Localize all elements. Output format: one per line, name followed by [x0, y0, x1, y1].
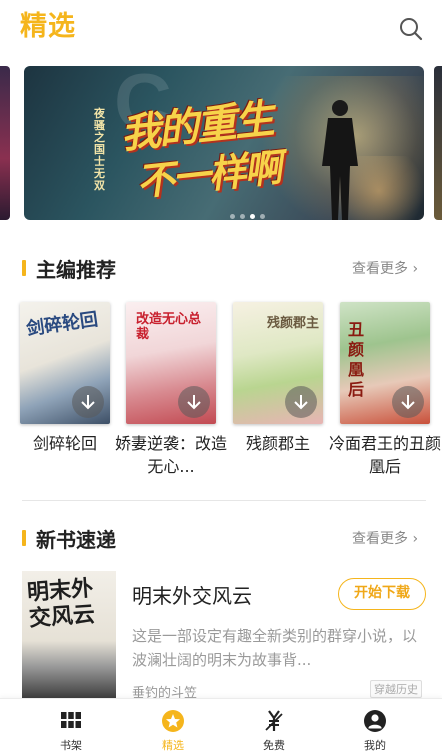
section-accent-bar	[22, 530, 26, 546]
book-cover[interactable]: 残颜郡主	[233, 302, 323, 424]
banner-carousel[interactable]: C 夜骚之国士无双 我的重生 不一样啊	[0, 62, 442, 224]
start-download-button[interactable]: 开始下载	[338, 578, 426, 610]
section-title: 新书速递	[36, 528, 116, 552]
cover-title-art: 剑碎轮回	[25, 309, 100, 340]
book-cover[interactable]: 明末外交风云	[22, 571, 116, 698]
banner-figure-image	[322, 100, 358, 220]
carousel-dot[interactable]	[260, 214, 265, 219]
banner-author: 夜骚之国士无双	[94, 107, 105, 192]
book-title: 娇妻逆袭：改造无心...	[114, 434, 227, 476]
cover-title-art: 残颜郡主	[267, 316, 320, 331]
download-arrow-icon[interactable]	[392, 386, 424, 418]
nav-item-bookshelf[interactable]: 书架	[31, 699, 111, 756]
section-divider	[22, 500, 426, 501]
book-cover[interactable]: 改造无心总裁	[126, 302, 216, 424]
download-arrow-icon[interactable]	[285, 386, 317, 418]
cover-title-art: 改造无心总裁	[136, 312, 202, 342]
free-ticket-icon[interactable]	[262, 709, 286, 733]
banner-prev-peek[interactable]	[0, 66, 10, 220]
header: 精选	[0, 0, 442, 50]
nav-item-featured[interactable]: 精选	[133, 699, 213, 756]
carousel-dot[interactable]	[240, 214, 245, 219]
download-button[interactable]	[178, 386, 210, 418]
book-cover[interactable]: 剑碎轮回	[20, 302, 110, 424]
nav-label: 书架	[60, 739, 82, 752]
page-title: 精选	[20, 11, 76, 42]
section-header-new-books: 新书速递 查看更多 ›	[0, 522, 442, 552]
bottom-navigation: 书架 精选 免费 我的	[0, 698, 442, 756]
section-title: 主编推荐	[36, 258, 116, 282]
grid-icon[interactable]	[59, 709, 83, 733]
book-title: 剑碎轮回	[32, 434, 97, 453]
search-icon[interactable]	[398, 16, 424, 42]
book-row: 剑碎轮回 剑碎轮回 改造无心总裁 娇妻逆袭：改造无心... 残颜郡主 残颜郡主 …	[0, 302, 442, 492]
new-book-item[interactable]: 明末外交风云 明末外交风云 开始下载 这是一部设定有趣全新类别的群穿小说，以波澜…	[0, 568, 442, 701]
see-more-link[interactable]: 查看更多 ›	[352, 528, 418, 548]
carousel-dot-active[interactable]	[250, 214, 255, 219]
carousel-indicator	[230, 214, 265, 220]
book-description: 这是一部设定有趣全新类别的群穿小说，以波澜壮阔的明末为故事背...	[132, 627, 418, 669]
download-arrow-icon[interactable]	[72, 386, 104, 418]
book-title: 残颜郡主	[245, 434, 310, 453]
nav-label: 免费	[263, 739, 285, 752]
cover-title-art: 丑颜凰后	[348, 320, 365, 399]
nav-label: 我的	[364, 739, 386, 752]
user-icon[interactable]	[363, 709, 387, 733]
download-button[interactable]	[285, 386, 317, 418]
section-header-editor-picks: 主编推荐 查看更多 ›	[0, 252, 442, 282]
star-circle-icon[interactable]	[161, 709, 185, 733]
nav-label: 精选	[162, 739, 184, 752]
book-title[interactable]: 明末外交风云	[132, 580, 252, 609]
download-button[interactable]	[72, 386, 104, 418]
section-accent-bar	[22, 260, 26, 276]
nav-item-free[interactable]: 免费	[234, 699, 314, 756]
genre-tag: 穿越历史	[370, 680, 422, 698]
see-more-link[interactable]: 查看更多 ›	[352, 258, 418, 278]
book-title: 冷面君王的丑颜凰后	[328, 434, 441, 476]
download-button[interactable]	[392, 386, 424, 418]
carousel-dot[interactable]	[230, 214, 235, 219]
book-cover[interactable]: 丑颜凰后	[340, 302, 430, 424]
search-button[interactable]	[398, 16, 424, 42]
nav-item-profile[interactable]: 我的	[335, 699, 415, 756]
cover-title-art: 明末外交风云	[26, 575, 96, 632]
download-arrow-icon[interactable]	[178, 386, 210, 418]
banner-slide[interactable]: C 夜骚之国士无双 我的重生 不一样啊	[24, 66, 424, 220]
banner-next-peek[interactable]	[434, 66, 442, 220]
